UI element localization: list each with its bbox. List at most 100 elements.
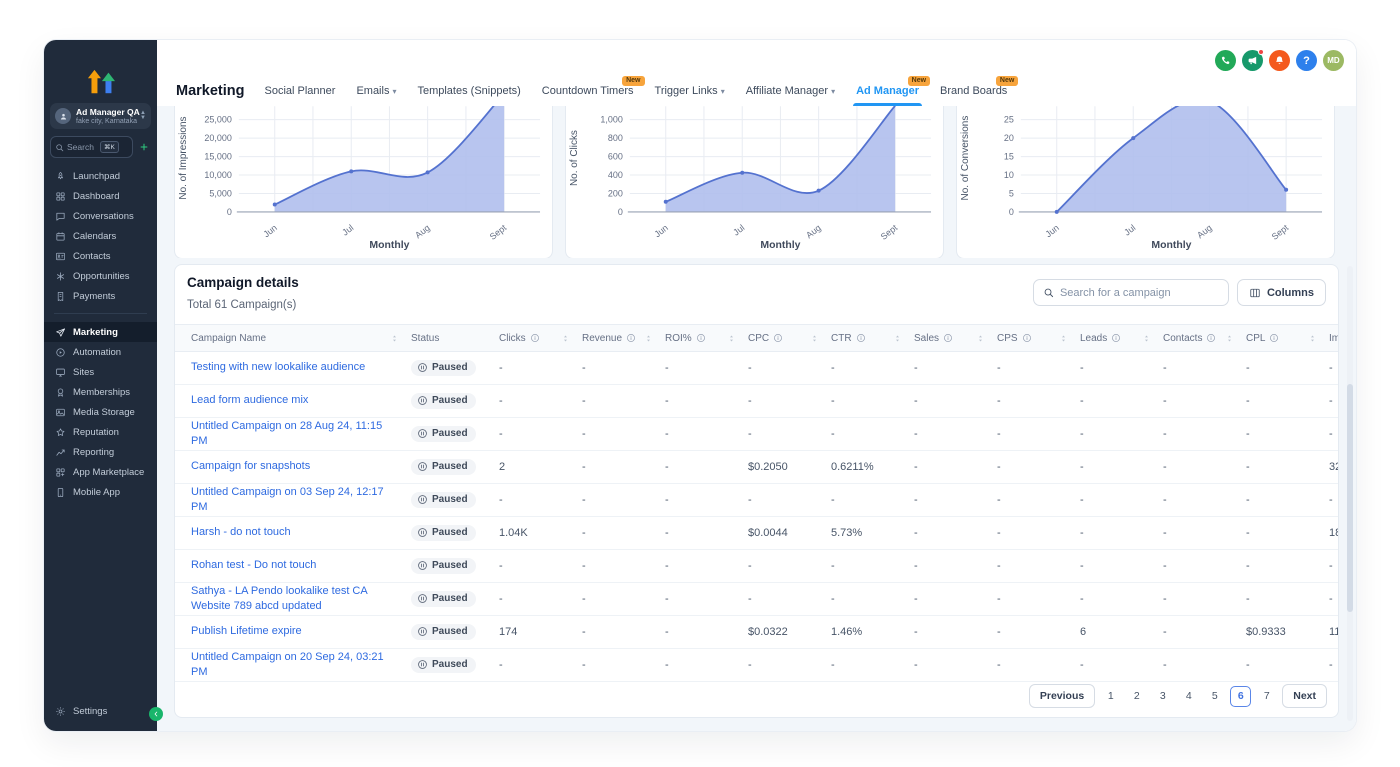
svg-text:600: 600 <box>608 152 623 162</box>
table-cell: - <box>1246 494 1250 506</box>
sort-icon <box>1308 334 1317 343</box>
table-cell: - <box>997 461 1001 473</box>
table-cell: - <box>997 395 1001 407</box>
page-scrollbar[interactable] <box>1347 266 1353 721</box>
previous-button[interactable]: Previous <box>1028 684 1096 708</box>
columns-button[interactable]: Columns <box>1236 279 1326 306</box>
sidebar-item-payments[interactable]: Payments <box>44 286 157 306</box>
table-cell: 0.6211% <box>831 461 874 473</box>
svg-text:No. of Conversions: No. of Conversions <box>960 116 971 201</box>
sidebar-search-row: ⌘K <box>50 136 151 158</box>
sidebar-item-automation[interactable]: Automation <box>44 342 157 362</box>
sidebar-item-reporting[interactable]: Reporting <box>44 442 157 462</box>
tab-countdown-timers[interactable]: Countdown Timers New <box>542 76 645 106</box>
column-header-revenue[interactable]: Revenue <box>582 333 665 344</box>
page-1[interactable]: 1 <box>1100 686 1121 707</box>
svg-text:Sept: Sept <box>1270 222 1291 242</box>
sidebar-item-mobile-app[interactable]: Mobile App <box>44 482 157 502</box>
sidebar-collapse-button[interactable] <box>149 707 163 721</box>
column-header-leads[interactable]: Leads <box>1080 333 1163 344</box>
campaign-search-box[interactable] <box>1032 279 1229 306</box>
page-content: 0 5,000 10,000 15,000 20,000 25,000 Jun Jul Aug S… <box>157 106 1356 731</box>
sidebar-item-calendars[interactable]: Calendars <box>44 226 157 246</box>
page-4[interactable]: 4 <box>1178 686 1199 707</box>
account-switcher[interactable]: Ad Manager QA fake city, Karnataka ▲ ▼ <box>50 103 151 129</box>
sidebar-search-input[interactable]: ⌘K <box>50 136 133 158</box>
table-cell: - <box>914 659 918 671</box>
sort-icon <box>893 334 902 343</box>
sidebar-item-launchpad[interactable]: Launchpad <box>44 166 157 186</box>
column-header-sales[interactable]: Sales <box>914 333 997 344</box>
campaign-link[interactable]: Untitled Campaign on 28 Aug 24, 11:15 PM <box>191 420 382 447</box>
status-badge: Paused <box>411 359 476 376</box>
search-icon <box>55 143 64 152</box>
page-2[interactable]: 2 <box>1126 686 1147 707</box>
table-cell: - <box>748 362 752 374</box>
account-avatar-icon <box>55 108 71 124</box>
campaign-link[interactable]: Sathya - LA Pendo lookalike test CA Webs… <box>191 585 367 612</box>
sidebar-search-field[interactable] <box>67 142 97 152</box>
campaign-link[interactable]: Harsh - do not touch <box>191 526 291 538</box>
table-row: Testing with new lookalike audience Pause… <box>175 352 1338 385</box>
column-header-clicks[interactable]: Clicks <box>499 333 582 344</box>
tab-ad-manager[interactable]: Ad Manager New <box>853 76 931 106</box>
column-header-roi[interactable]: ROI% <box>665 333 748 344</box>
column-header-campaign-name[interactable]: Campaign Name <box>175 333 411 344</box>
sidebar-item-marketing[interactable]: Marketing <box>44 322 157 342</box>
bell-icon[interactable] <box>1269 50 1290 71</box>
tab-affiliate-manager[interactable]: Affiliate Manager ▾ <box>746 85 835 106</box>
campaign-link[interactable]: Campaign for snapshots <box>191 460 310 472</box>
no-of-clicks-area-chart: 0 200 400 600 800 1,000 Jun Jul Aug Sept No. of Cl… <box>569 106 932 251</box>
column-header-cps[interactable]: CPS <box>997 333 1080 344</box>
phone-icon[interactable] <box>1215 50 1236 71</box>
svg-text:0: 0 <box>618 207 623 217</box>
page-7[interactable]: 7 <box>1256 686 1277 707</box>
campaign-link[interactable]: Publish Lifetime expire <box>191 625 302 637</box>
campaign-link[interactable]: Untitled Campaign on 20 Sep 24, 03:21 PM <box>191 651 384 678</box>
sidebar-item-sites[interactable]: Sites <box>44 362 157 382</box>
quick-add-icon[interactable] <box>137 140 151 154</box>
campaign-link[interactable]: Lead form audience mix <box>191 394 308 406</box>
help-icon[interactable]: ? <box>1296 50 1317 71</box>
column-header-ctr[interactable]: CTR <box>831 333 914 344</box>
page-3[interactable]: 3 <box>1152 686 1173 707</box>
tab-emails[interactable]: Emails ▾ <box>356 85 396 106</box>
svg-text:5,000: 5,000 <box>209 188 231 198</box>
tab-trigger-links[interactable]: Trigger Links ▾ <box>655 85 725 106</box>
tab-brand-boards[interactable]: Brand Boards New <box>940 76 1019 106</box>
column-header-status[interactable]: Status <box>411 333 499 344</box>
search-icon <box>1043 287 1054 298</box>
tab-templates-snippets[interactable]: Templates (Snippets) <box>417 85 520 106</box>
page-6[interactable]: 6 <box>1230 685 1252 707</box>
sidebar-item-contacts[interactable]: Contacts <box>44 246 157 266</box>
campaign-link[interactable]: Testing with new lookalike audience <box>191 361 365 373</box>
tab-social-planner[interactable]: Social Planner <box>265 85 336 106</box>
campaign-link[interactable]: Rohan test - Do not touch <box>191 559 316 571</box>
sidebar-item-app-marketplace[interactable]: App Marketplace <box>44 462 157 482</box>
column-header-cpl[interactable]: CPL <box>1246 333 1329 344</box>
sidebar-item-dashboard[interactable]: Dashboard <box>44 186 157 206</box>
campaign-search-input[interactable] <box>1059 286 1219 299</box>
sidebar-item-media-storage[interactable]: Media Storage <box>44 402 157 422</box>
column-header-contacts[interactable]: Contacts <box>1163 333 1246 344</box>
table-cell: - <box>914 626 918 638</box>
topbar-actions: ? MD <box>1215 49 1344 71</box>
sidebar-item-memberships[interactable]: Memberships <box>44 382 157 402</box>
next-button[interactable]: Next <box>1282 684 1327 708</box>
table-cell: - <box>748 560 752 572</box>
sidebar-item-reputation[interactable]: Reputation <box>44 422 157 442</box>
svg-text:Jun: Jun <box>652 223 670 240</box>
svg-text:Jun: Jun <box>1043 223 1061 240</box>
table-cell: - <box>499 395 503 407</box>
megaphone-icon[interactable] <box>1242 49 1264 71</box>
scrollbar-thumb[interactable] <box>1347 384 1353 612</box>
sidebar-item-settings[interactable]: Settings <box>44 701 157 721</box>
campaign-link[interactable]: Untitled Campaign on 03 Sep 24, 12:17 PM <box>191 486 384 513</box>
table-cell: - <box>499 428 503 440</box>
column-header-cpc[interactable]: CPC <box>748 333 831 344</box>
page-5[interactable]: 5 <box>1204 686 1225 707</box>
user-avatar[interactable]: MD <box>1323 50 1344 71</box>
sidebar-item-opportunities[interactable]: Opportunities <box>44 266 157 286</box>
sidebar-item-conversations[interactable]: Conversations <box>44 206 157 226</box>
column-header-impressions[interactable]: Impressions <box>1329 333 1338 344</box>
